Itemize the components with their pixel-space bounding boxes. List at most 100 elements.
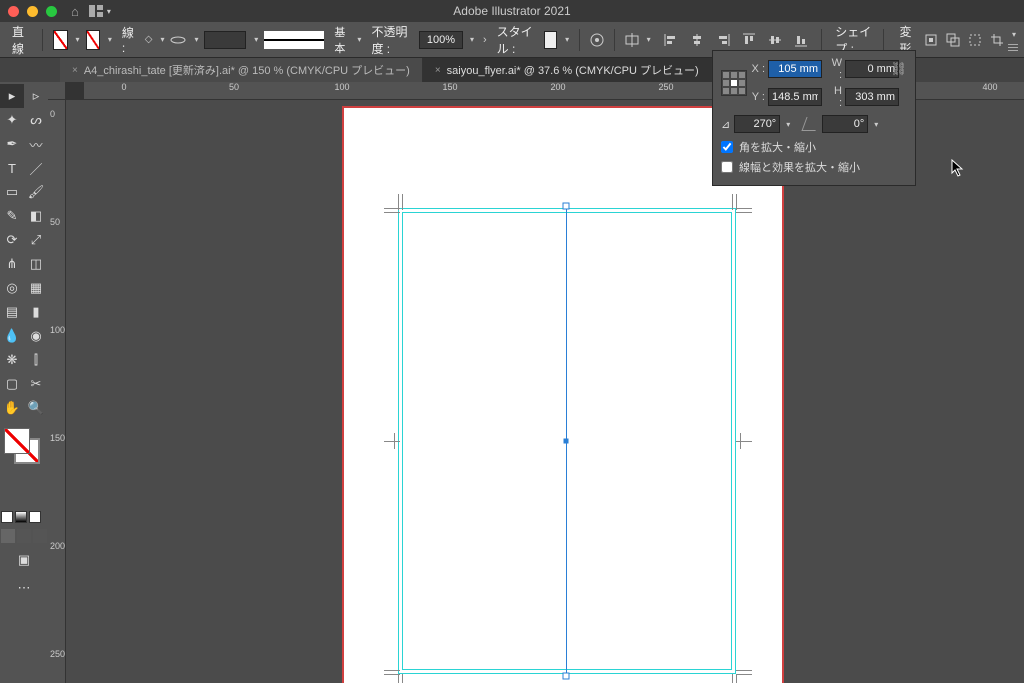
opacity-label: 不透明度 :: [367, 23, 413, 57]
clip-mask-icon[interactable]: [944, 30, 962, 50]
edit-clip-icon[interactable]: [966, 30, 984, 50]
selection-tool[interactable]: ▸: [0, 84, 24, 108]
artboard-tool[interactable]: ▢: [0, 372, 24, 396]
y-label: Y :: [751, 91, 765, 103]
align-h-center-icon[interactable]: [687, 30, 707, 50]
control-menu-icon[interactable]: [1008, 44, 1018, 51]
align-bottom-icon[interactable]: [791, 30, 811, 50]
line-tool[interactable]: ／: [24, 156, 48, 180]
brush-preview[interactable]: [264, 31, 324, 49]
rectangle-tool[interactable]: ▭: [0, 180, 24, 204]
perspective-tool[interactable]: ▦: [24, 276, 48, 300]
shear-icon: [802, 117, 821, 131]
scale-corners-checkbox[interactable]: 角を拡大・縮小: [721, 139, 907, 155]
draw-inside-icon[interactable]: [33, 529, 47, 543]
fill-swatch[interactable]: [53, 30, 67, 50]
graph-tool[interactable]: ⫿: [24, 348, 48, 372]
crop-mark: [736, 674, 752, 675]
x-input[interactable]: [768, 60, 822, 78]
color-mode-icon[interactable]: [1, 511, 13, 523]
checkbox-input[interactable]: [721, 161, 733, 173]
align-left-icon[interactable]: [661, 30, 681, 50]
mesh-tool[interactable]: ▤: [0, 300, 24, 324]
document-tab[interactable]: × A4_chirashi_tate [更新済み].ai* @ 150 % (C…: [60, 58, 423, 82]
opacity-panel-chevron[interactable]: ›: [483, 34, 487, 46]
home-icon[interactable]: ⌂: [71, 4, 79, 19]
align-right-icon[interactable]: [713, 30, 733, 50]
checkbox-input[interactable]: [721, 141, 733, 153]
shaper-tool[interactable]: ✎: [0, 204, 24, 228]
selection-handle-bottom[interactable]: [563, 673, 570, 680]
variable-width-profile-icon[interactable]: [170, 30, 186, 50]
none-mode-icon[interactable]: [29, 511, 41, 523]
screen-mode-icon[interactable]: ▣: [12, 548, 36, 572]
width-tool[interactable]: ⋔: [0, 252, 24, 276]
document-tab[interactable]: × saiyou_flyer.ai* @ 37.6 % (CMYK/CPU プレ…: [423, 58, 712, 82]
draw-normal-icon[interactable]: [1, 529, 15, 543]
align-top-icon[interactable]: [739, 30, 759, 50]
scale-tool[interactable]: ⤢: [24, 228, 48, 252]
free-transform-tool[interactable]: ◫: [24, 252, 48, 276]
crop-mark: [736, 194, 737, 210]
shape-builder-tool[interactable]: ◎: [0, 276, 24, 300]
close-tab-icon[interactable]: ×: [435, 65, 441, 76]
tab-label: saiyou_flyer.ai* @ 37.6 % (CMYK/CPU プレビュ…: [447, 62, 699, 78]
ruler-tick: 0: [121, 82, 126, 92]
graphic-style-swatch[interactable]: [544, 31, 557, 49]
crop-mark: [398, 674, 399, 683]
arrange-documents-icon[interactable]: ▾: [89, 5, 111, 17]
stroke-swatch[interactable]: [86, 30, 100, 50]
eraser-tool[interactable]: ◧: [24, 204, 48, 228]
ruler-tick: 50: [50, 217, 60, 227]
gradient-tool[interactable]: ▮: [24, 300, 48, 324]
close-tab-icon[interactable]: ×: [72, 65, 78, 76]
zoom-window-button[interactable]: [46, 6, 57, 17]
symbol-sprayer-tool[interactable]: ❋: [0, 348, 24, 372]
recolor-icon[interactable]: [590, 30, 604, 50]
align-to-icon[interactable]: [625, 30, 639, 50]
slice-tool[interactable]: ✂: [24, 372, 48, 396]
align-v-center-icon[interactable]: [765, 30, 785, 50]
anchor-point-center[interactable]: [564, 439, 569, 444]
minimize-window-button[interactable]: [27, 6, 38, 17]
rotate-tool[interactable]: ⟳: [0, 228, 24, 252]
crop-mark: [736, 441, 752, 442]
rotate-input[interactable]: [734, 115, 780, 133]
object-type-label: 直線: [8, 23, 32, 57]
y-input[interactable]: [768, 88, 822, 106]
crop-icon[interactable]: [988, 30, 1006, 50]
gradient-mode-icon[interactable]: [15, 511, 27, 523]
constrain-link-icon[interactable]: ⛓: [890, 61, 907, 77]
vertical-ruler[interactable]: 0 50 100 150 200 250: [48, 100, 66, 683]
magic-wand-tool[interactable]: ✦: [0, 108, 24, 132]
edit-toolbar-icon[interactable]: ⋯: [12, 576, 36, 600]
lasso-tool[interactable]: ᔕ: [24, 108, 48, 132]
stroke-weight-stepper[interactable]: ◇: [145, 34, 153, 45]
ruler-origin[interactable]: [48, 82, 66, 100]
isolate-icon[interactable]: [922, 30, 940, 50]
shear-input[interactable]: [822, 115, 868, 133]
ruler-tick: 200: [50, 541, 65, 551]
ruler-tick: 400: [982, 82, 997, 92]
curvature-tool[interactable]: 〰: [24, 132, 48, 156]
brush-definition[interactable]: [204, 31, 246, 49]
fill-stroke-control[interactable]: [0, 426, 48, 466]
ruler-tick: 100: [334, 82, 349, 92]
canvas[interactable]: [66, 100, 1024, 683]
blend-tool[interactable]: ◉: [24, 324, 48, 348]
type-tool[interactable]: T: [0, 156, 24, 180]
direct-selection-tool[interactable]: ▹: [24, 84, 48, 108]
h-input[interactable]: [845, 88, 899, 106]
close-window-button[interactable]: [8, 6, 19, 17]
crop-mark: [736, 674, 737, 683]
zoom-tool[interactable]: 🔍: [24, 396, 48, 420]
opacity-input[interactable]: [419, 31, 463, 49]
eyedropper-tool[interactable]: 💧: [0, 324, 24, 348]
hand-tool[interactable]: ✋: [0, 396, 24, 420]
pen-tool[interactable]: ✒: [0, 132, 24, 156]
scale-strokes-checkbox[interactable]: 線幅と効果を拡大・縮小: [721, 159, 907, 175]
draw-behind-icon[interactable]: [17, 529, 31, 543]
selection-handle-top[interactable]: [563, 203, 570, 210]
paintbrush-tool[interactable]: 🖌: [24, 180, 48, 204]
reference-point-selector[interactable]: [721, 70, 747, 96]
